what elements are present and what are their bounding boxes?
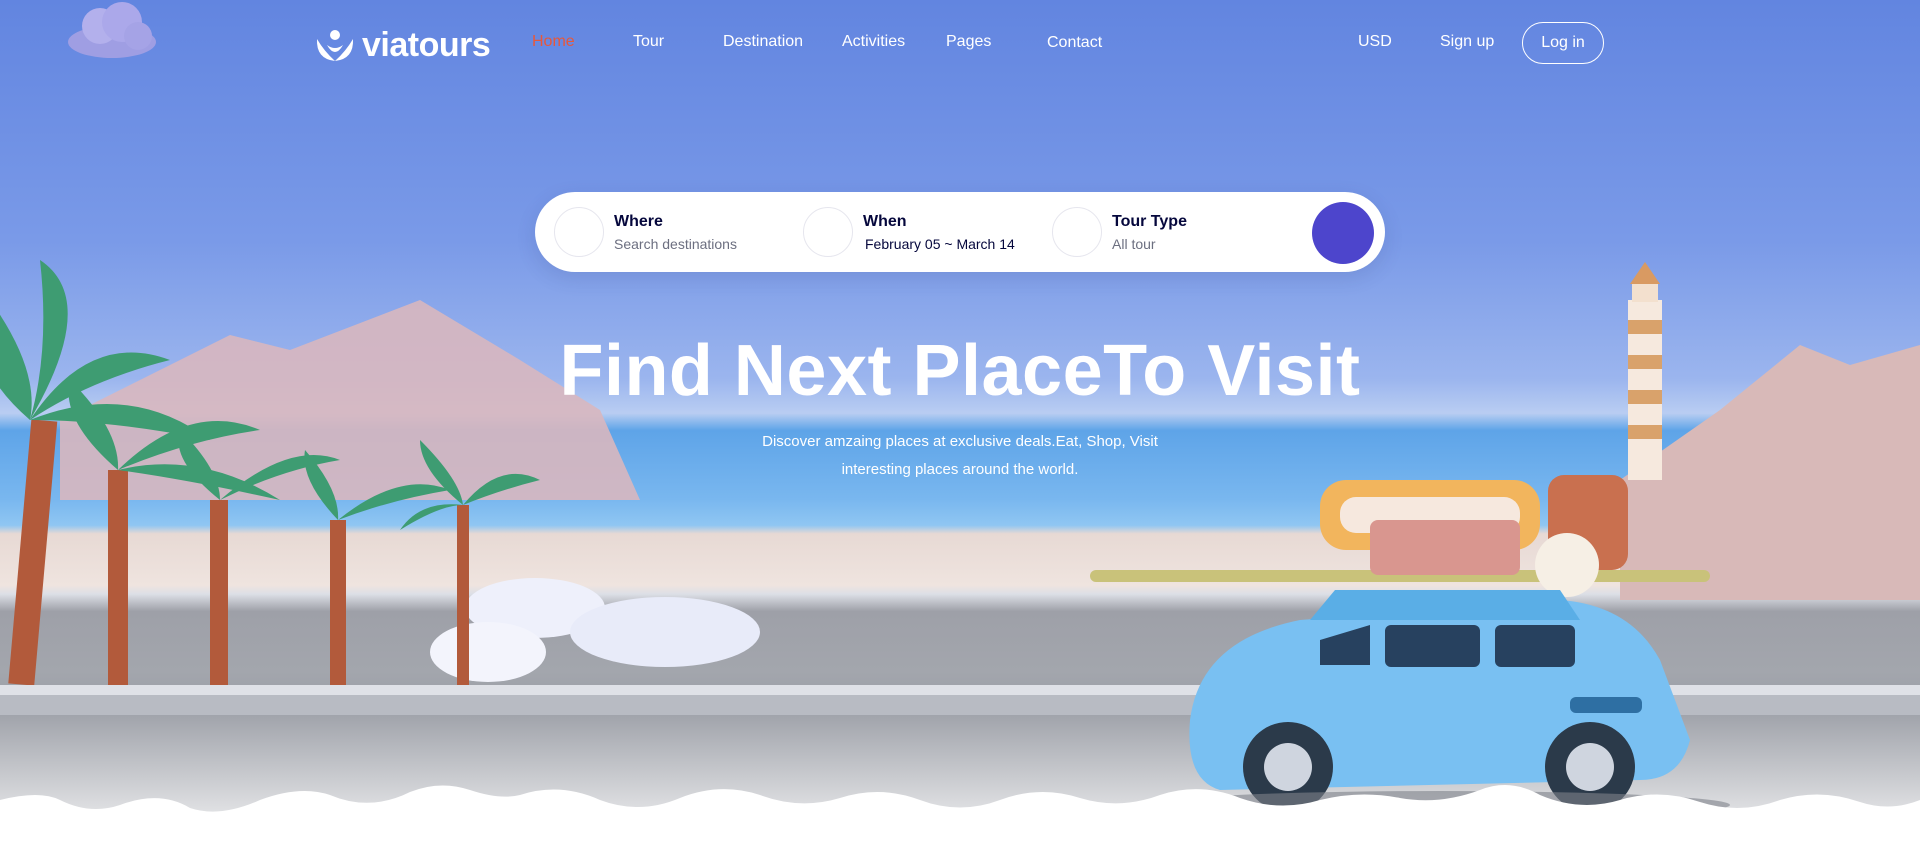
logo-icon	[316, 29, 354, 61]
nav-link-destination[interactable]: Destination	[723, 33, 803, 51]
search-button[interactable]	[1312, 202, 1374, 264]
search-bar: Where Search destinations When February …	[535, 192, 1385, 272]
currency-selector[interactable]: USD	[1358, 33, 1392, 51]
tour-icon	[1052, 207, 1102, 257]
top-navigation: viatours Home Tour Destination Activitie…	[0, 0, 1920, 88]
where-label: Where	[614, 212, 663, 230]
nav-link-contact[interactable]: Contact	[1047, 34, 1102, 52]
where-field[interactable]: Where Search destinations	[554, 206, 737, 258]
where-input[interactable]: Search destinations	[614, 236, 737, 252]
when-field[interactable]: When February 05 ~ March 14	[803, 206, 1015, 258]
calendar-icon	[803, 207, 853, 257]
when-label: When	[863, 212, 907, 230]
tour-type-field[interactable]: Tour Type All tour	[1052, 206, 1187, 258]
tour-type-label: Tour Type	[1112, 212, 1187, 230]
brand-logo[interactable]: viatours	[314, 26, 491, 65]
nav-link-pages[interactable]: Pages	[946, 33, 991, 51]
hero-title: Find Next PlaceTo Visit	[559, 331, 1361, 411]
nav-link-activities[interactable]: Activities	[842, 33, 905, 51]
login-button[interactable]: Log in	[1522, 22, 1604, 64]
brand-name: viatours	[362, 26, 491, 64]
tour-type-value[interactable]: All tour	[1112, 236, 1187, 252]
date-range-value[interactable]: February 05 ~ March 14	[865, 236, 1015, 252]
location-pin-icon	[554, 207, 604, 257]
signup-link[interactable]: Sign up	[1440, 33, 1494, 51]
hero-subtitle: Discover amzaing places at exclusive dea…	[762, 433, 1158, 478]
nav-link-tour[interactable]: Tour	[633, 33, 664, 51]
nav-link-home[interactable]: Home	[532, 33, 575, 51]
